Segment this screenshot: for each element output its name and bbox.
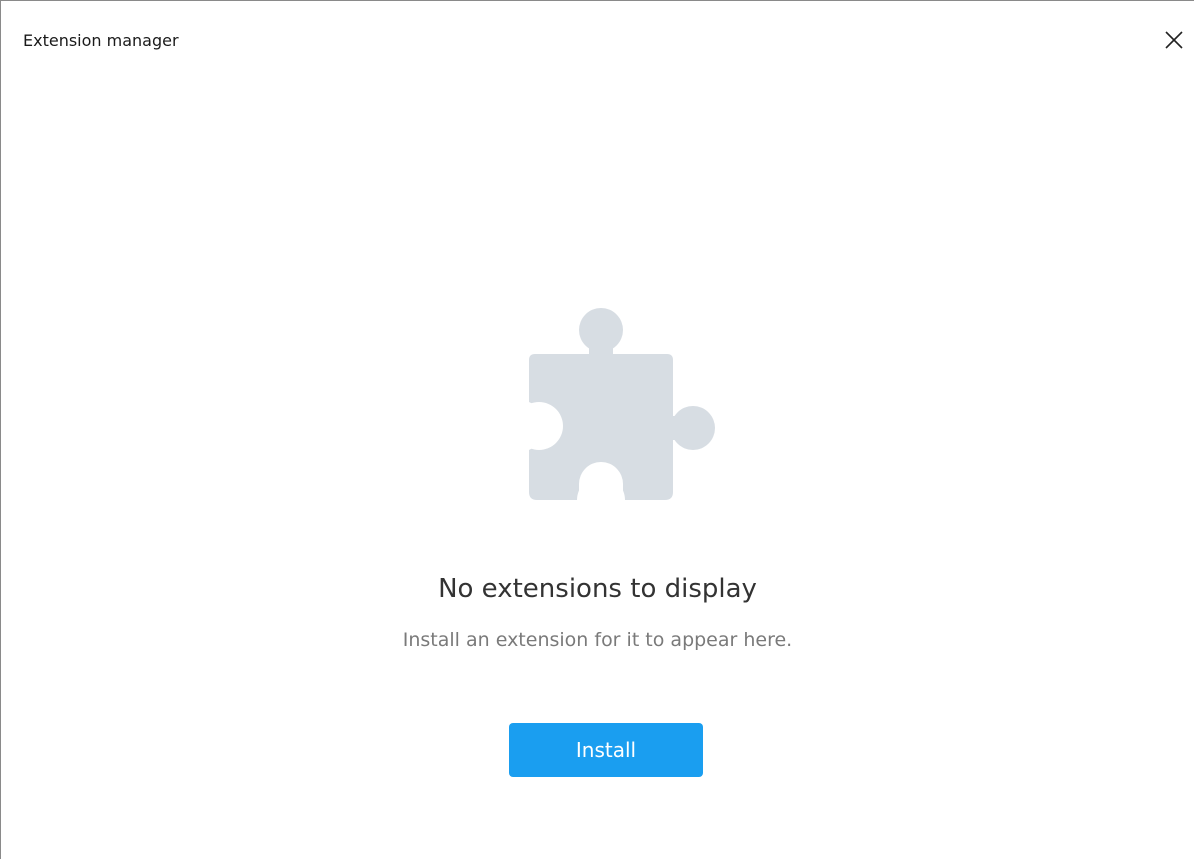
extension-manager-window: Extension manager No extensions to displ… <box>0 0 1194 859</box>
empty-state-subtext: Install an extension for it to appear he… <box>402 629 793 651</box>
empty-state: No extensions to display Install an exte… <box>1 1 1194 859</box>
install-button[interactable]: Install <box>509 723 703 777</box>
empty-state-heading: No extensions to display <box>438 574 757 604</box>
puzzle-piece-icon <box>527 308 715 500</box>
